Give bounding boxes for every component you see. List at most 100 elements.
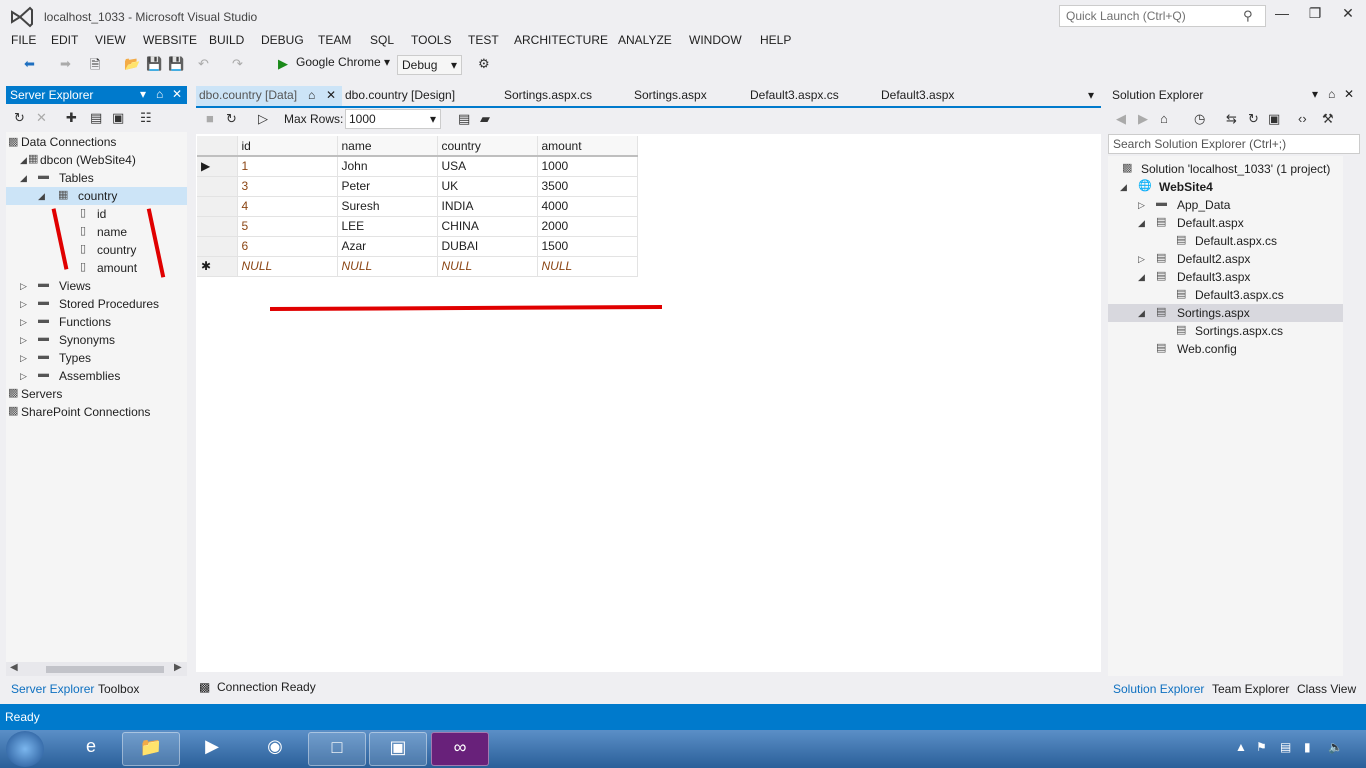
menu-test[interactable]: TEST xyxy=(468,33,499,47)
tree-assemblies[interactable]: Assemblies xyxy=(59,369,120,383)
quick-launch-input[interactable]: Quick Launch (Ctrl+Q) xyxy=(1059,5,1266,27)
chrome-icon[interactable]: ◉ xyxy=(246,732,304,766)
expand-icon[interactable]: ▷ xyxy=(20,317,27,328)
close-icon[interactable]: ✕ xyxy=(326,88,336,102)
solution-search-input[interactable]: Search Solution Explorer (Ctrl+;) xyxy=(1108,134,1360,154)
cell-country[interactable]: CHINA xyxy=(437,216,538,237)
table-row[interactable]: 3 Peter UK 3500 xyxy=(197,176,638,197)
cell-amount[interactable]: 3500 xyxy=(537,176,638,197)
tree-website4[interactable]: WebSite4 xyxy=(1159,180,1213,194)
start-debug-icon[interactable]: ▶ xyxy=(278,56,288,72)
tree-app-data[interactable]: App_Data xyxy=(1177,198,1230,212)
menu-tools[interactable]: TOOLS xyxy=(411,33,451,47)
properties-icon[interactable]: ⚒ xyxy=(1322,111,1334,127)
horizontal-scrollbar[interactable]: ◀ ▶ xyxy=(6,662,187,676)
refresh-icon[interactable]: ↻ xyxy=(1248,111,1259,127)
refresh-icon[interactable]: ↻ xyxy=(226,111,237,127)
expand-icon[interactable]: ▷ xyxy=(1138,254,1145,265)
max-rows-select[interactable]: 1000 ▾ xyxy=(345,109,441,129)
forward-icon[interactable]: ➡ xyxy=(60,56,71,72)
attach-icon[interactable]: ⚙ xyxy=(478,56,490,72)
minimize-button[interactable]: — xyxy=(1267,5,1297,27)
cell-country[interactable]: UK xyxy=(437,176,538,197)
scroll-left-icon[interactable]: ◀ xyxy=(10,662,18,673)
internet-explorer-icon[interactable]: e xyxy=(62,732,120,766)
cell-amount[interactable]: 1500 xyxy=(537,236,638,257)
device-icon[interactable]: ▤ xyxy=(1280,740,1291,754)
table-row[interactable]: 6 Azar DUBAI 1500 xyxy=(197,236,638,257)
cell-null[interactable]: NULL xyxy=(337,256,438,277)
tree-synonyms[interactable]: Synonyms xyxy=(59,333,115,347)
tree-default-aspx[interactable]: Default.aspx xyxy=(1177,216,1244,230)
properties-icon[interactable]: ☷ xyxy=(140,110,152,126)
start-button[interactable] xyxy=(6,731,44,767)
forward-icon[interactable]: ▶ xyxy=(1138,111,1148,127)
save-all-icon[interactable]: 💾 xyxy=(168,56,184,72)
tab-country-design[interactable]: dbo.country [Design] xyxy=(345,88,455,102)
export-icon[interactable]: ▰ xyxy=(480,111,490,127)
tab-toolbox[interactable]: Toolbox xyxy=(98,682,139,696)
new-project-icon[interactable]: 🗎 xyxy=(90,56,100,78)
row-header[interactable] xyxy=(197,196,238,217)
table-row[interactable]: ▶ 1 John USA 1000 xyxy=(197,156,638,177)
tree-views[interactable]: Views xyxy=(59,279,91,293)
cell-country[interactable]: INDIA xyxy=(437,196,538,217)
dropdown-icon[interactable]: ▾ xyxy=(140,87,146,101)
search-icon[interactable]: ⚲ xyxy=(1243,8,1253,24)
cell-name[interactable]: LEE xyxy=(337,216,438,237)
tree-table-country[interactable]: country xyxy=(78,189,117,203)
row-header[interactable] xyxy=(197,216,238,237)
expand-icon[interactable]: ▷ xyxy=(20,335,27,346)
tree-types[interactable]: Types xyxy=(59,351,91,365)
cell-amount[interactable]: 4000 xyxy=(537,196,638,217)
tree-solution[interactable]: Solution 'localhost_1033' (1 project) xyxy=(1141,162,1330,176)
tree-column-amount[interactable]: amount xyxy=(97,261,137,275)
back-icon[interactable]: ⬅ xyxy=(24,56,35,72)
collapse-all-icon[interactable]: ▣ xyxy=(1268,111,1280,127)
expand-icon[interactable]: ▷ xyxy=(20,371,27,382)
filter-icon[interactable]: ▷ xyxy=(258,111,268,127)
menu-view[interactable]: VIEW xyxy=(95,33,126,47)
pin-icon[interactable]: ⌂ xyxy=(1328,87,1335,101)
cell-id[interactable]: 5 xyxy=(237,216,338,237)
tab-country-data[interactable]: dbo.country [Data] xyxy=(199,88,297,102)
tree-default-aspx-cs[interactable]: Default.aspx.cs xyxy=(1195,234,1277,248)
tab-server-explorer[interactable]: Server Explorer xyxy=(11,682,94,696)
tree-web-config[interactable]: Web.config xyxy=(1177,342,1237,356)
cell-null[interactable]: NULL xyxy=(537,256,638,277)
collapse-icon[interactable]: ◢ xyxy=(20,173,27,184)
row-header[interactable] xyxy=(197,176,238,197)
solution-config-select[interactable]: Debug ▾ xyxy=(397,55,462,75)
tab-sortings-aspx-cs[interactable]: Sortings.aspx.cs xyxy=(504,88,592,102)
data-grid[interactable]: id name country amount ▶ 1 John USA 1000… xyxy=(197,136,638,282)
menu-help[interactable]: HELP xyxy=(760,33,791,47)
connect-server-icon[interactable]: ▤ xyxy=(90,110,102,126)
close-button[interactable]: ✕ xyxy=(1333,5,1363,27)
tree-column-country[interactable]: country xyxy=(97,243,136,257)
table-row[interactable]: 5 LEE CHINA 2000 xyxy=(197,216,638,237)
history-icon[interactable]: ◷ xyxy=(1194,111,1205,127)
expand-icon[interactable]: ▷ xyxy=(1138,200,1145,211)
save-icon[interactable]: 💾 xyxy=(146,56,162,72)
refresh-icon[interactable]: ↻ xyxy=(14,110,25,126)
expand-icon[interactable]: ▷ xyxy=(20,353,27,364)
view-code-icon[interactable]: ‹› xyxy=(1298,111,1307,126)
tray-expand-icon[interactable]: ▲ xyxy=(1235,740,1247,754)
stop-icon[interactable]: ■ xyxy=(206,111,214,126)
menu-window[interactable]: WINDOW xyxy=(689,33,742,47)
collapse-icon[interactable]: ◢ xyxy=(20,155,27,166)
menu-debug[interactable]: DEBUG xyxy=(261,33,304,47)
tab-default3-aspx-cs[interactable]: Default3.aspx.cs xyxy=(750,88,839,102)
tree-default2-aspx[interactable]: Default2.aspx xyxy=(1177,252,1250,266)
dropdown-icon[interactable]: ▾ xyxy=(1312,87,1318,101)
cell-name[interactable]: Peter xyxy=(337,176,438,197)
cell-name[interactable]: Azar xyxy=(337,236,438,257)
undo-icon[interactable]: ↶ xyxy=(198,56,209,72)
expand-icon[interactable]: ▷ xyxy=(20,281,27,292)
file-explorer-icon[interactable]: 📁 xyxy=(122,732,180,766)
collapse-icon[interactable]: ◢ xyxy=(1138,272,1145,283)
menu-team[interactable]: TEAM xyxy=(318,33,351,47)
pin-icon[interactable]: ⌂ xyxy=(156,87,163,101)
tree-sortings-aspx-cs[interactable]: Sortings.aspx.cs xyxy=(1195,324,1283,338)
collapse-icon[interactable]: ◢ xyxy=(1138,218,1145,229)
